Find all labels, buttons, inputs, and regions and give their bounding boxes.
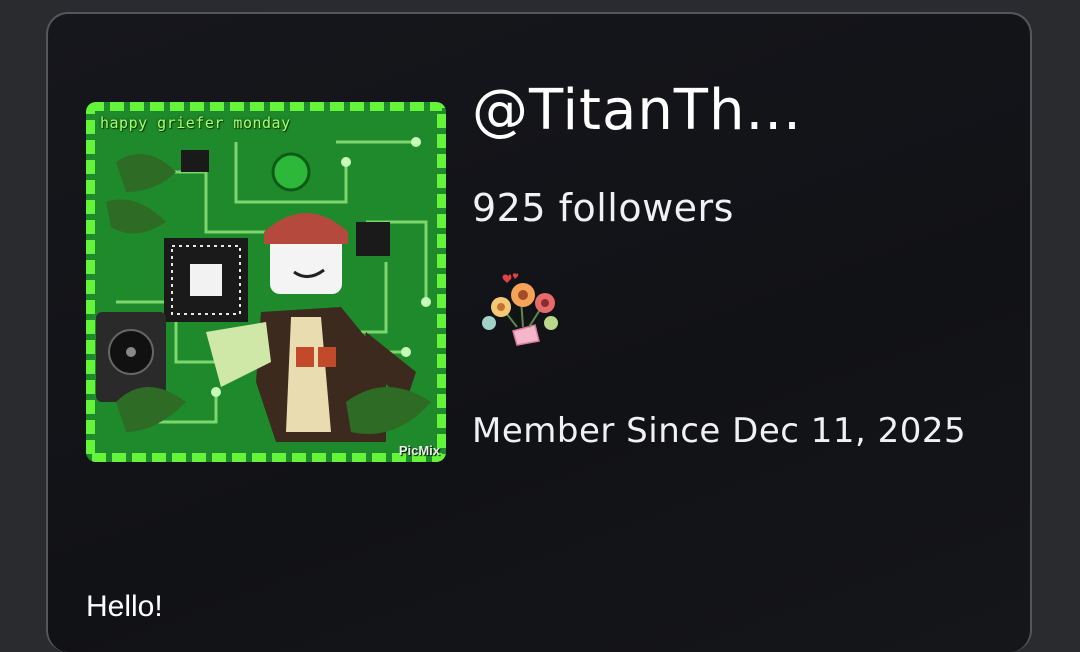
profile-card: happy griefer monday PicMix @TitanTh... … — [46, 12, 1032, 652]
followers-count[interactable]: 925 followers — [472, 186, 734, 230]
avatar-watermark: PicMix — [398, 443, 440, 458]
username: @TitanTh... — [472, 78, 802, 143]
member-since: Member Since Dec 11, 2025 — [472, 411, 967, 451]
avatar-image — [86, 102, 446, 462]
flower-bouquet-icon — [473, 269, 565, 347]
avatar[interactable]: happy griefer monday PicMix — [86, 102, 446, 462]
avatar-caption: happy griefer monday — [100, 114, 291, 132]
bio-text: Hello! — [86, 590, 163, 623]
